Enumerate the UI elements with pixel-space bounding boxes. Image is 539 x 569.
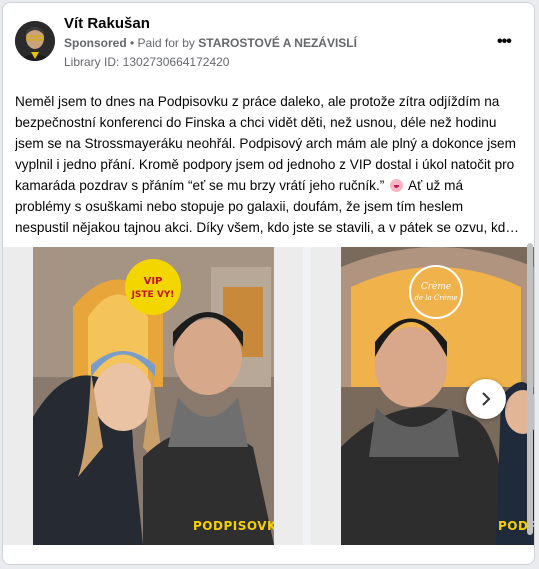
carousel-next-button[interactable] [466,379,506,419]
post-text-fragment: Ať už má [405,178,464,193]
image-carousel[interactable]: VIP JSTE VY! PODPISOVKA [3,247,534,545]
post-text-line: Neměl jsem to dnes na Podpisovku z práce… [15,94,500,109]
author-avatar[interactable] [15,21,55,61]
scrollbar-thumb[interactable] [527,243,533,535]
scrollbar[interactable] [526,239,534,549]
post-text-line: vyplnil i jedno přání. Kromě podpory jse… [15,157,515,172]
svg-text:Crème: Crème [421,281,451,292]
chevron-right-icon [482,392,491,406]
post-text-line: jsem se na Strossmayeráku neohřál. Podpi… [15,136,516,151]
post-text-line[interactable]: nespustil nějakou tajnou akci. Díky všem… [15,217,527,238]
sponsored-post-card: Vít Rakušan Sponsored • Paid for by STAR… [2,2,535,565]
sponsored-label: Sponsored [64,36,127,50]
library-id: Library ID: 1302730664172420 [64,55,230,69]
svg-text:VIP: VIP [144,276,163,287]
post-text-line: problémy s osuškami nebo stopuje po gala… [15,199,464,214]
blushing-emoji-icon [390,179,404,192]
svg-text:JSTE VY!: JSTE VY! [131,290,175,300]
svg-text:de la Crème: de la Crème [414,294,457,302]
sponsored-meta: Sponsored • Paid for by STAROSTOVÉ A NEZ… [64,36,357,50]
more-options-icon[interactable]: ••• [497,33,512,51]
carousel-photo: VIP JSTE VY! PODPISOVKA [33,247,274,545]
post-text: Neměl jsem to dnes na Podpisovku z práce… [15,91,527,238]
paid-for-prefix: • Paid for by [130,36,195,50]
podpisovka-watermark: PODPISOVKA [193,519,274,533]
post-text-line: bezpečnostní konferenci do Finska a chci… [15,115,497,130]
author-name[interactable]: Vít Rakušan [64,15,150,32]
carousel-slide[interactable]: VIP JSTE VY! PODPISOVKA [3,247,303,545]
post-text-line: kamaráda pozdrav s přáním “eť se mu brzy… [15,175,527,196]
payer-name[interactable]: STAROSTOVÉ A NEZÁVISLÍ [198,36,357,50]
post-text-fragment: kamaráda pozdrav s přáním “eť se mu brzy… [15,178,385,193]
